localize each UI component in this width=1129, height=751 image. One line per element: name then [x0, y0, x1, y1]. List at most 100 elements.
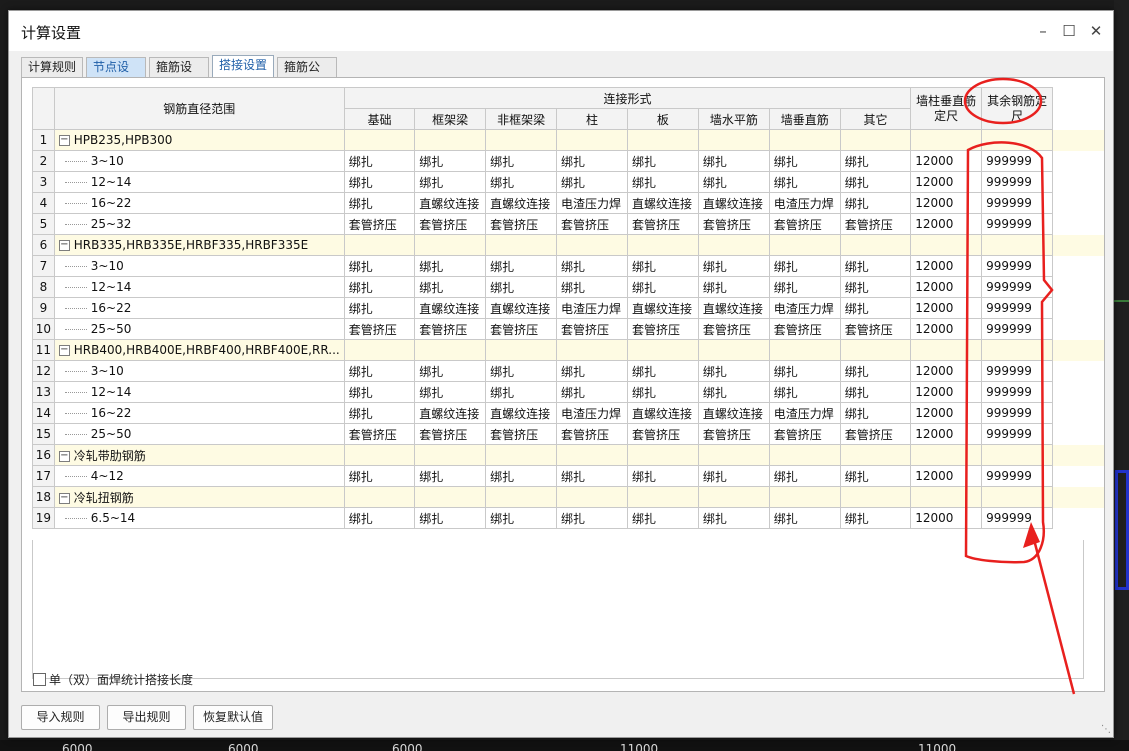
connection-type-cell[interactable]	[626, 486, 699, 508]
connection-type-cell[interactable]: 套管挤压	[556, 213, 628, 235]
wall-length-cell[interactable]: 12000	[910, 318, 983, 340]
other-length-cell[interactable]: 999999	[981, 318, 1054, 340]
connection-type-cell[interactable]: 直螺纹连接	[697, 297, 770, 319]
restore-default-button[interactable]: 恢复默认值	[193, 705, 273, 730]
connection-type-cell[interactable]: 绑扎	[839, 297, 912, 319]
connection-type-cell[interactable]: 绑扎	[485, 276, 558, 298]
connection-type-cell[interactable]: 套管挤压	[839, 423, 912, 445]
table-row[interactable]: 17 4~12 绑扎 绑扎 绑扎 绑扎 绑扎 绑扎 绑扎 绑扎 12000 999999	[32, 465, 1104, 487]
connection-type-cell[interactable]: 套管挤压	[556, 318, 628, 340]
other-length-cell[interactable]: 999999	[981, 171, 1054, 193]
wall-length-cell[interactable]: 12000	[910, 507, 983, 529]
connection-type-cell[interactable]	[697, 234, 770, 256]
connection-type-cell[interactable]	[343, 129, 416, 151]
connection-type-cell[interactable]: 套管挤压	[414, 318, 487, 340]
connection-type-cell[interactable]: 绑扎	[485, 381, 558, 403]
table-group-row[interactable]: 18− 冷轧扭钢筋	[32, 486, 1104, 508]
connection-type-cell[interactable]: 电渣压力焊	[768, 297, 841, 319]
wall-length-cell[interactable]	[910, 486, 983, 508]
connection-type-cell[interactable]: 绑扎	[768, 381, 841, 403]
connection-type-cell[interactable]: 直螺纹连接	[626, 402, 699, 424]
connection-type-cell[interactable]: 套管挤压	[839, 213, 912, 235]
connection-type-cell[interactable]: 直螺纹连接	[414, 402, 487, 424]
connection-type-cell[interactable]: 绑扎	[556, 150, 628, 172]
tab-lap-settings[interactable]: 搭接设置	[212, 55, 274, 79]
connection-type-cell[interactable]: 套管挤压	[343, 213, 416, 235]
table-row[interactable]: 4 16~22 绑扎 直螺纹连接 直螺纹连接 电渣压力焊 直螺纹连接 直螺纹连接 电渣压力焊 绑扎…	[32, 192, 1104, 214]
diameter-range-cell[interactable]: 25~50	[53, 318, 345, 340]
table-row[interactable]: 3 12~14 绑扎 绑扎 绑扎 绑扎 绑扎 绑扎 绑扎 绑扎 12000 999999	[32, 171, 1104, 193]
connection-type-cell[interactable]: 绑扎	[343, 402, 416, 424]
maximize-icon[interactable]: ☐	[1057, 19, 1081, 43]
collapse-icon[interactable]: −	[58, 345, 70, 356]
connection-type-cell[interactable]: 套管挤压	[626, 213, 699, 235]
wall-length-cell[interactable]: 12000	[910, 171, 983, 193]
connection-type-cell[interactable]: 绑扎	[556, 465, 628, 487]
diameter-range-cell[interactable]: 3~10	[53, 255, 345, 277]
table-group-row[interactable]: 11− HRB400,HRB400E,HRBF400,HRBF400E,RR...	[32, 339, 1104, 361]
other-length-cell[interactable]: 999999	[981, 192, 1054, 214]
connection-type-cell[interactable]	[697, 339, 770, 361]
connection-type-cell[interactable]: 绑扎	[768, 465, 841, 487]
connection-type-cell[interactable]	[485, 486, 558, 508]
connection-type-cell[interactable]	[485, 129, 558, 151]
connection-type-cell[interactable]: 绑扎	[556, 507, 628, 529]
connection-type-cell[interactable]: 绑扎	[414, 276, 487, 298]
connection-type-cell[interactable]: 绑扎	[343, 150, 416, 172]
other-length-cell[interactable]: 999999	[981, 507, 1054, 529]
tab-calc-rules[interactable]: 计算规则	[21, 57, 83, 78]
connection-type-cell[interactable]: 绑扎	[697, 276, 770, 298]
connection-type-cell[interactable]	[556, 129, 628, 151]
connection-type-cell[interactable]	[343, 234, 416, 256]
connection-type-cell[interactable]	[343, 444, 416, 466]
other-length-cell[interactable]: 999999	[981, 360, 1054, 382]
connection-type-cell[interactable]	[556, 444, 628, 466]
connection-type-cell[interactable]: 绑扎	[343, 171, 416, 193]
wall-length-cell[interactable]: 12000	[910, 402, 983, 424]
connection-type-cell[interactable]: 直螺纹连接	[697, 402, 770, 424]
collapse-icon[interactable]: −	[58, 240, 70, 251]
steel-grade-cell[interactable]: − HRB335,HRB335E,HRBF335,HRBF335E	[53, 234, 345, 256]
connection-type-cell[interactable]: 绑扎	[343, 276, 416, 298]
connection-type-cell[interactable]: 套管挤压	[485, 423, 558, 445]
connection-type-cell[interactable]: 绑扎	[343, 255, 416, 277]
connection-type-cell[interactable]: 套管挤压	[343, 423, 416, 445]
other-length-cell[interactable]	[981, 486, 1054, 508]
minimize-icon[interactable]: –	[1031, 19, 1055, 43]
connection-type-cell[interactable]: 绑扎	[343, 381, 416, 403]
connection-type-cell[interactable]: 绑扎	[768, 255, 841, 277]
connection-type-cell[interactable]: 绑扎	[839, 276, 912, 298]
other-length-cell[interactable]	[981, 444, 1054, 466]
connection-type-cell[interactable]: 绑扎	[414, 381, 487, 403]
connection-type-cell[interactable]: 绑扎	[697, 360, 770, 382]
connection-type-cell[interactable]: 绑扎	[556, 276, 628, 298]
connection-type-cell[interactable]	[414, 129, 487, 151]
table-row[interactable]: 7 3~10 绑扎 绑扎 绑扎 绑扎 绑扎 绑扎 绑扎 绑扎 12000 999999	[32, 255, 1104, 277]
connection-type-cell[interactable]: 绑扎	[343, 192, 416, 214]
connection-type-cell[interactable]	[556, 339, 628, 361]
other-length-cell[interactable]: 999999	[981, 423, 1054, 445]
connection-type-cell[interactable]: 套管挤压	[485, 318, 558, 340]
connection-type-cell[interactable]	[556, 234, 628, 256]
connection-type-cell[interactable]: 套管挤压	[768, 213, 841, 235]
connection-type-cell[interactable]	[343, 486, 416, 508]
connection-type-cell[interactable]: 电渣压力焊	[556, 402, 628, 424]
other-length-cell[interactable]: 999999	[981, 213, 1054, 235]
collapse-icon[interactable]: −	[58, 135, 70, 146]
connection-type-cell[interactable]: 绑扎	[768, 276, 841, 298]
connection-type-cell[interactable]: 直螺纹连接	[485, 192, 558, 214]
wall-length-cell[interactable]	[910, 339, 983, 361]
tab-node-settings[interactable]: 节点设置	[86, 57, 146, 93]
connection-type-cell[interactable]: 绑扎	[343, 507, 416, 529]
table-group-row[interactable]: 1− HPB235,HPB300	[32, 129, 1104, 151]
connection-type-cell[interactable]: 套管挤压	[414, 423, 487, 445]
wall-length-cell[interactable]: 12000	[910, 192, 983, 214]
connection-type-cell[interactable]: 绑扎	[414, 171, 487, 193]
resize-grip-icon[interactable]: ⋱	[1101, 724, 1111, 735]
connection-type-cell[interactable]: 绑扎	[768, 150, 841, 172]
connection-type-cell[interactable]: 套管挤压	[626, 423, 699, 445]
connection-type-cell[interactable]: 绑扎	[768, 507, 841, 529]
connection-type-cell[interactable]: 绑扎	[839, 402, 912, 424]
connection-type-cell[interactable]: 电渣压力焊	[556, 297, 628, 319]
wall-length-cell[interactable]	[910, 129, 983, 151]
